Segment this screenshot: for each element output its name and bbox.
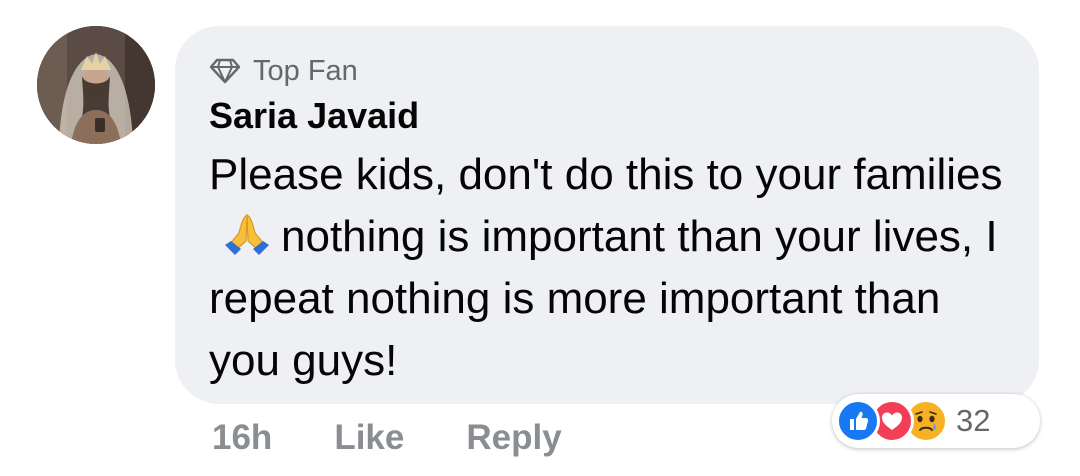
comment-actions: 16h Like Reply: [212, 414, 562, 462]
reply-button[interactable]: Reply: [466, 418, 561, 458]
comment-text-part2: nothing is important than your lives, I …: [209, 212, 998, 385]
comment-text: Please kids, don't do this to your famil…: [209, 144, 1019, 392]
like-reaction-icon: [836, 399, 880, 443]
top-fan-badge[interactable]: Top Fan: [209, 54, 358, 88]
diamond-icon: [209, 58, 241, 84]
badge-label: Top Fan: [253, 54, 358, 87]
like-button[interactable]: Like: [334, 418, 404, 458]
reactions-summary[interactable]: 32: [832, 394, 1040, 448]
comment-bubble: Top Fan Saria Javaid Please kids, don't …: [175, 26, 1039, 404]
reaction-count: 32: [956, 403, 991, 438]
pray-emoji-icon: [225, 214, 269, 255]
avatar[interactable]: [37, 26, 155, 144]
comment-timestamp[interactable]: 16h: [212, 418, 272, 458]
comment-text-part1: Please kids, don't do this to your famil…: [209, 150, 1003, 199]
avatar-image: [37, 26, 155, 144]
comment-author[interactable]: Saria Javaid: [209, 94, 419, 138]
